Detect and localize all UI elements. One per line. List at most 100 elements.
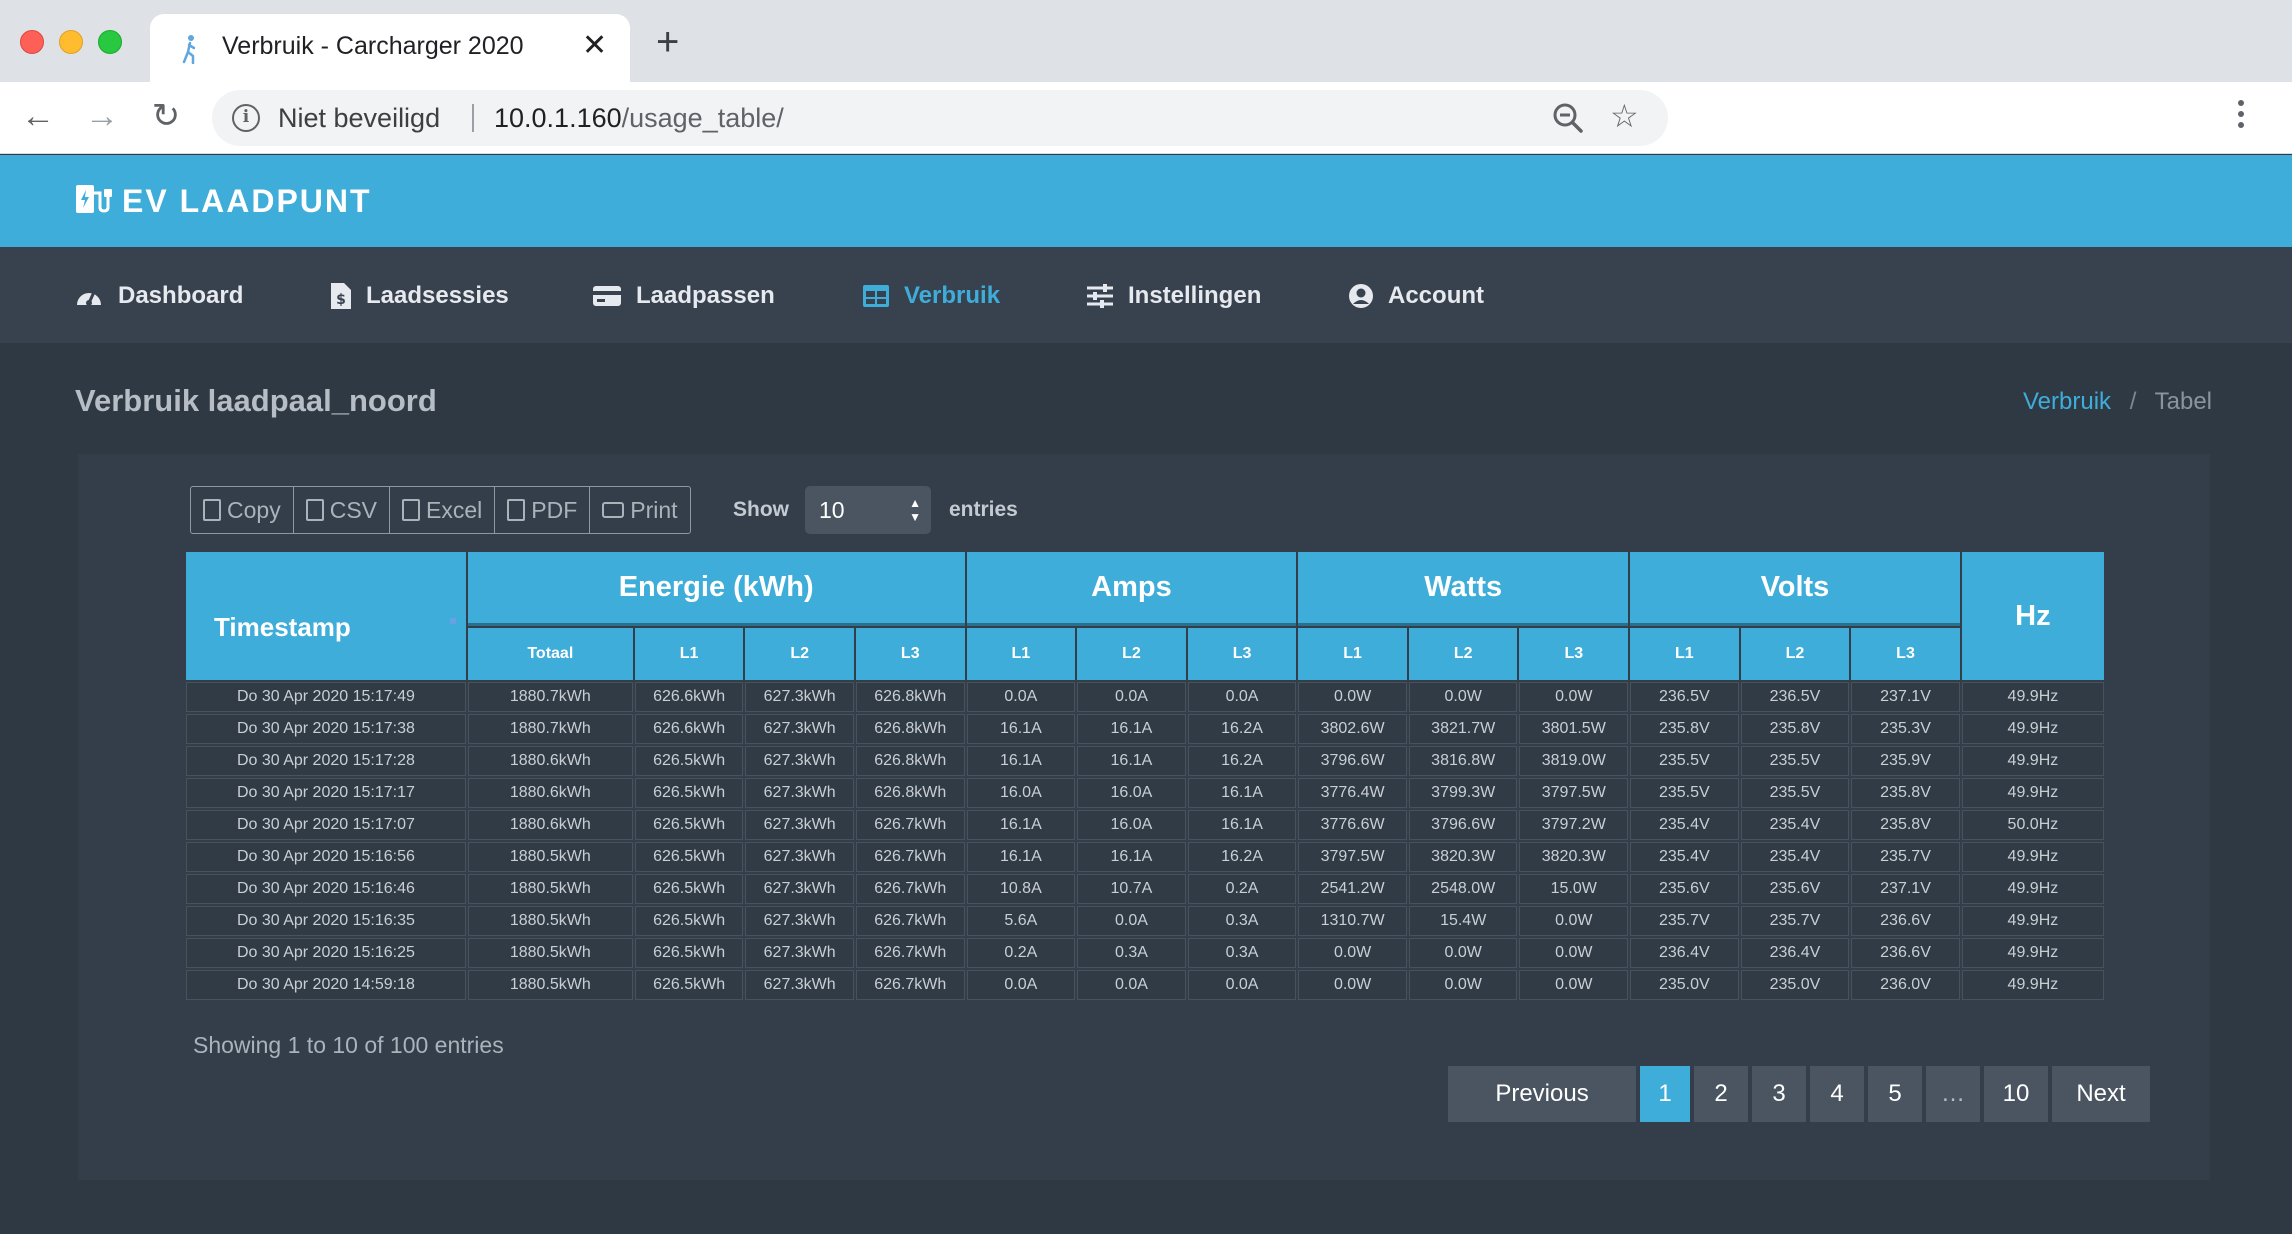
pagination-ellipsis: …	[1926, 1066, 1980, 1122]
browser-tab-strip: Verbruik - Carcharger 2020 ✕ +	[0, 0, 2292, 82]
cell-volts-l1: 236.4V	[1630, 938, 1739, 968]
cell-timestamp: Do 30 Apr 2020 15:17:07	[186, 810, 466, 840]
column-header-volts-l1[interactable]: L1	[1630, 628, 1739, 680]
tab-close-icon[interactable]: ✕	[582, 28, 607, 63]
bookmark-star-icon[interactable]: ☆	[1610, 100, 1639, 132]
window-minimize-button[interactable]	[59, 30, 83, 54]
cell-volts-l3: 236.6V	[1851, 906, 1960, 936]
column-header-energy-l1[interactable]: L1	[634, 628, 744, 680]
column-header-volts-l3[interactable]: L3	[1851, 628, 1960, 680]
pagination-ellipsis-label: …	[1941, 1080, 1965, 1107]
cell-watts-l3: 3820.3W	[1519, 842, 1629, 872]
cell-watts-l1: 3797.5W	[1298, 842, 1407, 872]
cell-volts-l2: 235.4V	[1740, 810, 1850, 840]
pagination-page-4[interactable]: 4	[1810, 1066, 1864, 1122]
breadcrumb-link-verbruik[interactable]: Verbruik	[2023, 388, 2111, 415]
cell-energy-l3: 626.8kWh	[855, 682, 965, 712]
window-zoom-button[interactable]	[98, 30, 122, 54]
copy-button[interactable]: Copy	[191, 487, 294, 533]
cell-timestamp: Do 30 Apr 2020 15:17:17	[186, 778, 466, 808]
cell-hz: 49.9Hz	[1961, 714, 2104, 744]
reload-icon[interactable]: ↻	[146, 96, 186, 136]
cell-watts-l1: 0.0W	[1298, 682, 1407, 712]
cell-volts-l3: 235.9V	[1851, 746, 1960, 776]
pagination-page-5[interactable]: 5	[1868, 1066, 1922, 1122]
cell-amps-l3: 0.0A	[1187, 970, 1297, 1000]
column-header-energy-l2[interactable]: L2	[745, 628, 854, 680]
cell-watts-l2: 15.4W	[1408, 906, 1518, 936]
cell-timestamp: Do 30 Apr 2020 15:17:38	[186, 714, 466, 744]
pagination-next-button[interactable]: Next	[2052, 1066, 2150, 1122]
url-host: 10.0.1.160	[494, 103, 622, 133]
pagination-previous-button[interactable]: Previous	[1448, 1066, 1636, 1122]
nav-item-account[interactable]: Account	[1348, 279, 1484, 313]
nav-item-instellingen[interactable]: Instellingen	[1086, 279, 1261, 313]
browser-menu-icon[interactable]	[2236, 100, 2246, 136]
cell-watts-l2: 3796.6W	[1408, 810, 1518, 840]
table-row: Do 30 Apr 2020 15:17:28 1880.6kWh 626.5kWh…	[186, 746, 2104, 776]
print-button[interactable]: Print	[590, 487, 689, 533]
column-header-amps-l3[interactable]: L3	[1187, 628, 1297, 680]
cell-volts-l2: 236.4V	[1740, 938, 1850, 968]
pagination-page-10[interactable]: 10	[1984, 1066, 2048, 1122]
sort-indicator-icon	[449, 618, 456, 624]
cell-hz: 49.9Hz	[1961, 682, 2104, 712]
column-header-hz[interactable]: Hz	[1961, 552, 2104, 680]
column-header-watts-l1[interactable]: L1	[1298, 628, 1407, 680]
cell-watts-l2: 3799.3W	[1408, 778, 1518, 808]
security-label[interactable]: Niet beveiligd	[278, 103, 440, 134]
column-header-amps-l2[interactable]: L2	[1077, 628, 1186, 680]
forward-arrow-icon[interactable]: →	[82, 96, 122, 136]
cell-timestamp: Do 30 Apr 2020 15:16:35	[186, 906, 466, 936]
select-arrows-icon: ▲ ▼	[909, 496, 921, 524]
brand-bar: EV LAADPUNT	[0, 155, 2292, 247]
cell-volts-l3: 235.8V	[1851, 778, 1960, 808]
invoice-icon: $	[331, 283, 351, 309]
cell-amps-l3: 0.2A	[1187, 874, 1297, 904]
excel-button[interactable]: Excel	[390, 487, 496, 533]
cell-amps-l3: 16.1A	[1187, 778, 1297, 808]
cell-energy-l3: 626.7kWh	[855, 874, 965, 904]
brand-title[interactable]: EV LAADPUNT	[122, 183, 372, 220]
column-header-amps-l1[interactable]: L1	[966, 628, 1076, 680]
cell-amps-l2: 16.1A	[1077, 842, 1186, 872]
cell-energy-l3: 626.8kWh	[855, 714, 965, 744]
cell-energy-total: 1880.5kWh	[467, 970, 633, 1000]
usage-table-wrapper: Timestamp Energie (kWh) Amps Watts Volts…	[184, 550, 2106, 1002]
column-header-watts-l2[interactable]: L2	[1408, 628, 1518, 680]
pagination-page-2[interactable]: 2	[1694, 1066, 1748, 1122]
window-close-button[interactable]	[20, 30, 44, 54]
column-header-timestamp[interactable]: Timestamp	[186, 552, 466, 680]
nav-item-dashboard[interactable]: Dashboard	[74, 279, 243, 313]
pagination-page-1[interactable]: 1	[1640, 1066, 1690, 1122]
column-header-volts-l2[interactable]: L2	[1740, 628, 1850, 680]
csv-button[interactable]: CSV	[294, 487, 390, 533]
address-bar[interactable]: i Niet beveiligd 10.0.1.160/usage_table/…	[212, 90, 1668, 146]
cell-timestamp: Do 30 Apr 2020 15:16:25	[186, 938, 466, 968]
nav-item-verbruik[interactable]: Verbruik	[862, 279, 1000, 313]
table-row: Do 30 Apr 2020 15:16:56 1880.5kWh 626.5kWh…	[186, 842, 2104, 872]
column-header-watts-l3[interactable]: L3	[1519, 628, 1629, 680]
new-tab-icon[interactable]: +	[656, 22, 679, 62]
back-arrow-icon[interactable]: ←	[18, 96, 58, 136]
cell-energy-l2: 627.3kWh	[745, 842, 854, 872]
cell-hz: 50.0Hz	[1961, 810, 2104, 840]
pagination-previous-label: Previous	[1495, 1080, 1589, 1107]
zoom-out-icon[interactable]	[1552, 102, 1584, 134]
column-header-energy-l3[interactable]: L3	[855, 628, 965, 680]
nav-item-laadpassen[interactable]: Laadpassen	[592, 279, 775, 313]
csv-file-icon	[305, 499, 324, 521]
nav-item-laadsessies[interactable]: $ Laadsessies	[330, 279, 509, 313]
url-text[interactable]: 10.0.1.160/usage_table/	[494, 103, 784, 134]
column-header-energy-total[interactable]: Totaal	[467, 628, 633, 680]
pdf-button[interactable]: PDF	[495, 487, 591, 533]
browser-tab[interactable]: Verbruik - Carcharger 2020 ✕	[150, 14, 630, 82]
table-row: Do 30 Apr 2020 15:17:38 1880.7kWh 626.6kWh…	[186, 714, 2104, 744]
cell-hz: 49.9Hz	[1961, 746, 2104, 776]
entries-per-page-select[interactable]: 10 ▲ ▼	[805, 486, 931, 534]
nav-label-verbruik: Verbruik	[904, 282, 1001, 309]
cell-volts-l1: 235.8V	[1630, 714, 1739, 744]
cell-watts-l1: 3776.6W	[1298, 810, 1407, 840]
pagination-page-3[interactable]: 3	[1752, 1066, 1806, 1122]
info-icon[interactable]: i	[232, 104, 260, 132]
